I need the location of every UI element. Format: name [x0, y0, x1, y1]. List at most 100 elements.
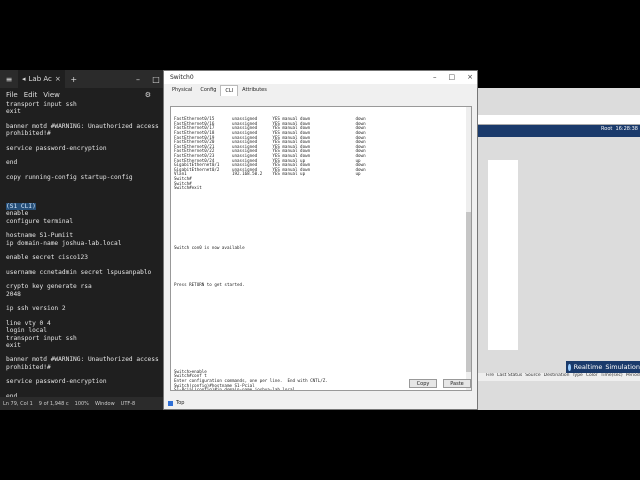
notepad-app-icon: ≡: [5, 74, 13, 84]
notepad-line: 2048: [6, 291, 162, 298]
notepad-line-text: 2048: [6, 290, 21, 298]
notepad-line-text: service password-encryption: [6, 378, 107, 386]
notepad-line-text: [6, 371, 10, 378]
notepad-line: service password-encryption: [6, 145, 162, 152]
tab-attributes[interactable]: Attributes: [238, 85, 271, 96]
maximize-icon[interactable]: □: [449, 73, 456, 81]
simulation-label[interactable]: Simulation: [605, 363, 640, 371]
notepad-line: ip domain-name joshua-lab.local: [6, 240, 162, 247]
notepad-line-text: [6, 189, 10, 196]
notepad-line-text: [6, 181, 10, 188]
notepad-menubar: File Edit View ⚙: [0, 88, 165, 101]
minimize-icon[interactable]: –: [132, 73, 144, 85]
status-zoom: 100%: [74, 400, 89, 407]
notepad-line-text: prohibited!#: [6, 363, 51, 371]
menu-edit[interactable]: Edit: [24, 91, 38, 99]
notepad-line: enable secret cisco123: [6, 254, 162, 261]
packet-tracer-main-window: Root 16:28:38 Realtime Simulation Fire La…: [478, 88, 640, 410]
event-column-header[interactable]: Color: [586, 373, 598, 381]
pt-workspace-canvas[interactable]: [488, 160, 518, 350]
cli-terminal[interactable]: FastEthernet0/15 unassigned YES manual d…: [170, 106, 472, 391]
notepad-line-text: [6, 349, 10, 356]
tab-title: Lab Ac: [28, 75, 52, 83]
tab-cli[interactable]: CLI: [220, 85, 239, 96]
notepad-line-text: line vty 0 4: [6, 319, 51, 327]
notepad-line-text: [6, 225, 10, 232]
switch-bottom-bar: Top: [164, 397, 477, 409]
event-column-header[interactable]: Fire: [486, 373, 494, 381]
notepad-line: [6, 152, 162, 159]
notepad-line: crypto key generate rsa: [6, 283, 162, 290]
scrollbar-thumb[interactable]: [466, 212, 471, 372]
add-tab-icon[interactable]: +: [68, 73, 80, 85]
notepad-line-text: username ccnetadmin secret lspusanpablo: [6, 268, 152, 276]
pt-root-label[interactable]: Root 16:28:38: [601, 126, 638, 132]
notepad-line: [6, 196, 162, 203]
status-encoding: UTF-8: [120, 400, 136, 407]
event-column-header[interactable]: Source: [525, 373, 540, 381]
root-text: Root: [601, 126, 613, 132]
close-icon[interactable]: ×: [467, 73, 473, 81]
status-eol: Window: [94, 400, 115, 407]
notepad-line: [6, 181, 162, 188]
terminal-scrollbar[interactable]: [466, 107, 471, 390]
event-column-header[interactable]: Type: [572, 373, 582, 381]
switch-tabs: Physical Config CLI Attributes: [164, 85, 477, 96]
notepad-line: [6, 371, 162, 378]
notepad-line-text: service password-encryption: [6, 144, 107, 152]
event-list-header: Fire Last Status Source Destination Type Colo…: [478, 373, 640, 381]
notepad-line-text: [6, 167, 10, 174]
close-tab-icon[interactable]: ×: [55, 75, 61, 83]
copy-button[interactable]: Copy: [409, 379, 437, 388]
status-chars: 9 of 1,948 c: [38, 400, 69, 407]
notepad-line-text: end: [6, 159, 18, 167]
notepad-line: end: [6, 159, 162, 166]
notepad-line: service password-encryption: [6, 378, 162, 385]
notepad-line-text: [6, 247, 10, 254]
notepad-line-text: [6, 276, 10, 283]
notepad-line: banner motd #WARNING: Unauthorized acces…: [6, 356, 162, 363]
notepad-line-text: [6, 313, 10, 320]
realtime-label[interactable]: Realtime: [574, 363, 603, 371]
notepad-line: transport input ssh: [6, 335, 162, 342]
notepad-line-text: enable secret cisco123: [6, 254, 88, 262]
menu-view[interactable]: View: [43, 91, 60, 99]
notepad-line-text: enable: [6, 210, 29, 218]
menu-file[interactable]: File: [6, 91, 18, 99]
notepad-line: [6, 349, 162, 356]
terminal-line-text: Vlan1 192.168.50.2 YES manual up up: [174, 171, 361, 177]
event-column-header[interactable]: Last Status: [497, 373, 522, 381]
settings-gear-icon[interactable]: ⚙: [145, 91, 151, 99]
top-checkbox[interactable]: [168, 400, 173, 406]
nav-back-icon[interactable]: ◂: [22, 75, 26, 83]
notepad-line: exit: [6, 108, 162, 115]
paste-button[interactable]: Paste: [443, 379, 471, 388]
tab-physical[interactable]: Physical: [168, 85, 196, 96]
notepad-line-text: prohibited!#: [6, 130, 51, 138]
event-column-header[interactable]: Destination: [544, 373, 570, 381]
notepad-line-text: [6, 196, 10, 203]
notepad-tab[interactable]: ◂ Lab Ac ×: [18, 70, 65, 88]
maximize-icon[interactable]: □: [150, 73, 162, 85]
notepad-text-area[interactable]: transport input ssh exit banner motd #WAR…: [0, 101, 162, 397]
notepad-line-text: configure terminal: [6, 217, 74, 225]
notepad-line: prohibited!#: [6, 364, 162, 371]
realtime-simulation-bar[interactable]: Realtime Simulation: [566, 361, 640, 373]
switch-window-title: Switch0: [170, 74, 194, 81]
notepad-line: [6, 262, 162, 269]
notepad-line: line vty 0 4: [6, 320, 162, 327]
notepad-line: username ccnetadmin secret lspusanpablo: [6, 269, 162, 276]
notepad-line: login local: [6, 327, 162, 334]
notepad-line-text: ip domain-name joshua-lab.local: [6, 239, 122, 247]
notepad-line-text: login local: [6, 327, 47, 335]
notepad-line: hostname S1-Pumiit: [6, 232, 162, 239]
event-column-header[interactable]: Periodic: [626, 373, 640, 381]
notepad-line-text: [6, 262, 10, 269]
event-column-header[interactable]: Time(sec): [601, 373, 623, 381]
tab-config[interactable]: Config: [196, 85, 220, 96]
notepad-line-text: [6, 298, 10, 305]
notepad-line: [6, 116, 162, 123]
top-checkbox-label: Top: [176, 400, 185, 406]
status-position: Ln 79, Col 1: [3, 400, 33, 407]
minimize-icon[interactable]: –: [433, 73, 437, 81]
